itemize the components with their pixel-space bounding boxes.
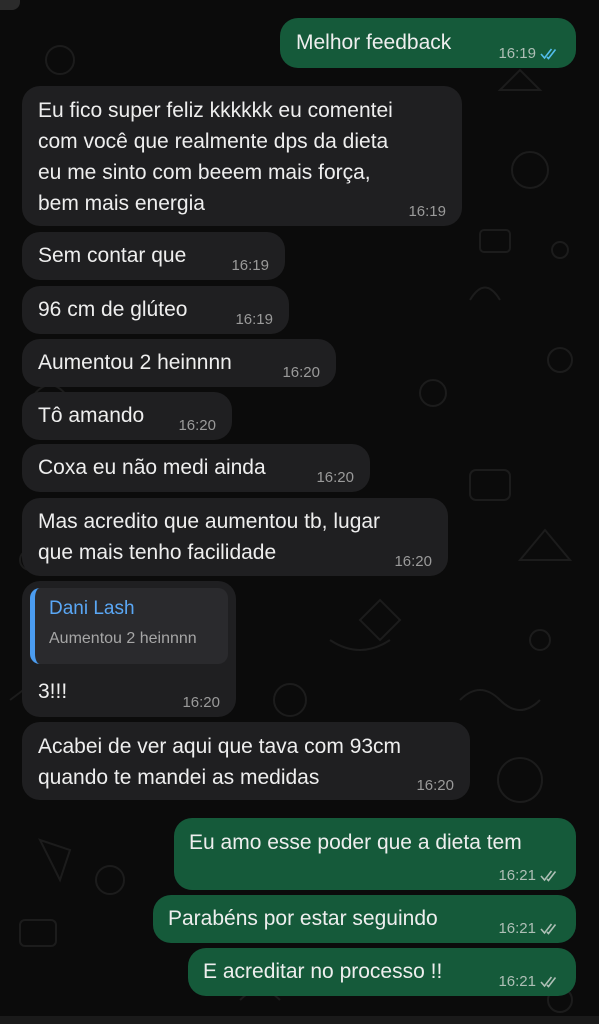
message-text: Eu amo esse poder que a dieta tem — [189, 831, 522, 854]
message-meta: 16:21 — [498, 920, 560, 937]
delivered-receipt-icon — [540, 923, 557, 935]
message-meta: 16:19 — [498, 45, 560, 62]
message-bubble-outgoing[interactable]: Melhor feedback 16:19 — [280, 18, 576, 68]
message-time: 16:20 — [282, 364, 320, 381]
message-time: 16:19 — [231, 257, 269, 274]
quoted-author: Dani Lash — [49, 598, 135, 619]
message-text: Eu fico super feliz kkkkkk eu comentei c… — [38, 99, 393, 215]
message-time: 16:20 — [316, 469, 354, 486]
message-time: 16:21 — [498, 973, 536, 990]
message-meta: 16:21 — [498, 867, 560, 884]
message-time: 16:20 — [182, 694, 220, 711]
quoted-text: Aumentou 2 heinnnn — [49, 630, 197, 647]
delivered-receipt-icon — [540, 976, 557, 988]
message-time: 16:20 — [178, 417, 216, 434]
quoted-message[interactable]: Dani Lash Aumentou 2 heinnnn — [30, 588, 228, 664]
message-meta: 16:21 — [498, 973, 560, 990]
delivered-receipt-icon — [540, 870, 557, 882]
message-text: Acabei de ver aqui que tava com 93cm qua… — [38, 735, 402, 789]
message-bubble-outgoing[interactable]: E acreditar no processo !! 16:21 — [188, 948, 576, 996]
message-time: 16:19 — [408, 203, 446, 220]
message-bubble-incoming[interactable]: Eu fico super feliz kkkkkk eu comentei c… — [22, 86, 462, 226]
message-bubble-incoming[interactable]: 96 cm de glúteo 16:19 — [22, 286, 289, 334]
message-time: 16:20 — [394, 553, 432, 570]
bottom-input-bar-edge — [0, 1016, 599, 1024]
message-bubble-outgoing[interactable]: Parabéns por estar seguindo 16:21 — [153, 895, 576, 943]
message-bubble-incoming[interactable]: Sem contar que 16:19 — [22, 232, 285, 280]
message-bubble-incoming[interactable]: Mas acredito que aumentou tb, lugar que … — [22, 498, 448, 576]
message-time: 16:19 — [235, 311, 273, 328]
message-bubble-incoming[interactable]: Aumentou 2 heinnnn 16:20 — [22, 339, 336, 387]
message-bubble-incoming[interactable]: Acabei de ver aqui que tava com 93cm qua… — [22, 722, 470, 800]
message-time: 16:21 — [498, 867, 536, 884]
read-receipt-icon — [540, 48, 557, 60]
message-text: 3!!! — [38, 680, 68, 703]
message-time: 16:20 — [416, 777, 454, 794]
message-bubble-incoming[interactable]: Coxa eu não medi ainda 16:20 — [22, 444, 370, 492]
message-time: 16:19 — [498, 45, 536, 62]
message-bubble-outgoing[interactable]: Eu amo esse poder que a dieta tem 16:21 — [174, 818, 576, 890]
message-bubble-incoming[interactable]: Tô amando 16:20 — [22, 392, 232, 440]
message-text: Mas acredito que aumentou tb, lugar que … — [38, 510, 381, 564]
message-time: 16:21 — [498, 920, 536, 937]
message-bubble-incoming-reply[interactable]: Dani Lash Aumentou 2 heinnnn 3!!! 16:20 — [22, 581, 236, 717]
